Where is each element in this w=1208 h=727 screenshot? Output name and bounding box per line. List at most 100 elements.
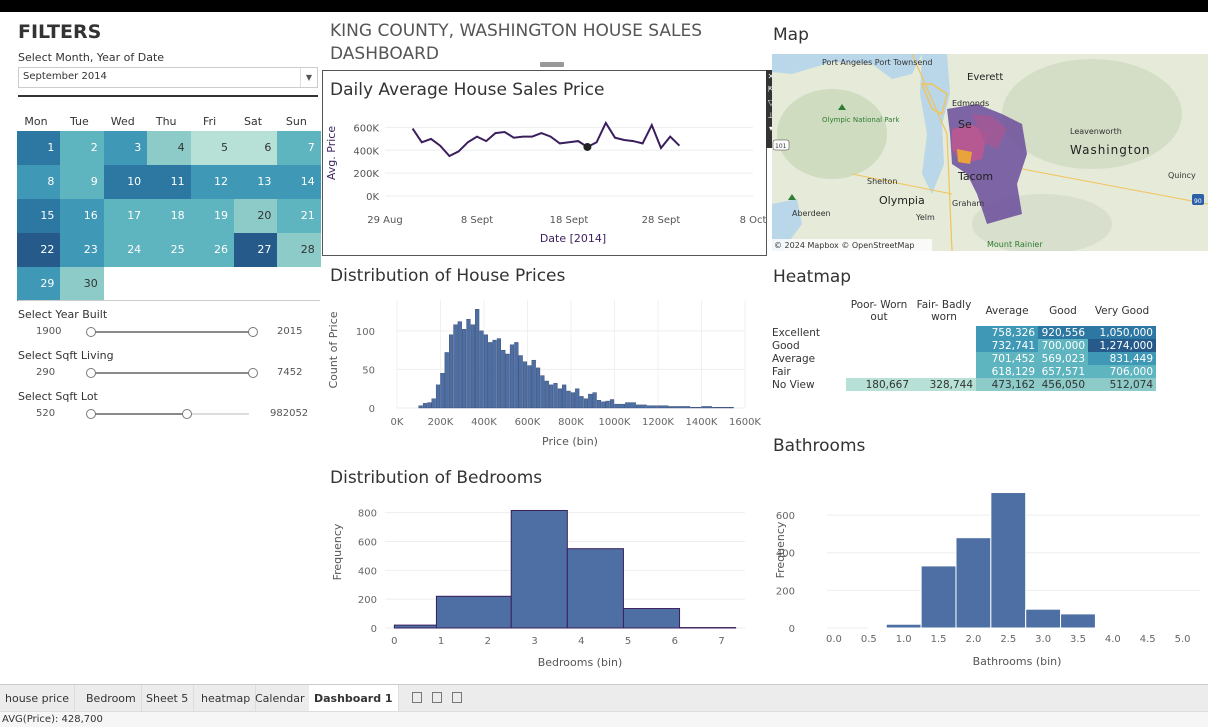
selected-point[interactable] [583,143,591,151]
price-bar[interactable] [593,393,597,408]
price-bar[interactable] [488,342,492,408]
sheet-tab[interactable]: heatmap [196,685,256,712]
price-bar[interactable] [691,407,701,408]
bathroom-bar[interactable] [1095,627,1130,628]
calendar-day-9[interactable]: 9 [60,165,103,199]
new-story-icon[interactable] [452,692,462,703]
price-bar[interactable] [436,385,440,408]
heatmap-cell[interactable] [846,339,912,352]
price-bar[interactable] [536,368,540,408]
price-bar[interactable] [501,350,505,408]
sheet-tab[interactable]: house price [0,685,75,712]
price-bar[interactable] [567,391,571,408]
price-bar[interactable] [532,360,536,408]
heatmap-cell[interactable]: 758,326 [976,326,1038,339]
price-bar[interactable] [423,403,427,408]
calendar-day-30[interactable]: 30 [60,267,103,301]
price-bar[interactable] [702,406,712,408]
calendar-day-11[interactable]: 11 [147,165,190,199]
calendar-day-25[interactable]: 25 [147,233,190,267]
heatmap-cell[interactable] [846,352,912,365]
heatmap-cell[interactable]: 1,274,000 [1088,339,1156,352]
calendar-day-21[interactable]: 21 [277,199,320,233]
bedroom-bar[interactable] [567,549,623,628]
price-bar[interactable] [506,354,510,408]
bedroom-bar[interactable] [511,510,567,628]
sheet-tab[interactable]: Dashboard 1 [309,685,399,712]
price-bar[interactable] [484,335,488,408]
calendar-day-16[interactable]: 16 [60,199,103,233]
price-bar[interactable] [441,373,445,408]
heatmap-cell[interactable] [912,326,976,339]
price-bar[interactable] [610,400,614,408]
bedroom-bar[interactable] [436,596,511,628]
price-bar[interactable] [514,342,518,408]
heatmap-cell[interactable]: 618,129 [976,365,1038,378]
price-bar[interactable] [615,404,625,408]
calendar-day-26[interactable]: 26 [191,233,234,267]
price-bar[interactable] [669,406,679,408]
price-bar[interactable] [712,407,722,408]
price-bar[interactable] [601,402,605,408]
heatmap-cell[interactable]: 657,571 [1038,365,1088,378]
price-bar[interactable] [471,325,475,408]
heatmap-cell[interactable] [846,365,912,378]
price-bar[interactable] [575,389,579,408]
price-bar[interactable] [458,322,462,408]
price-bar[interactable] [562,385,566,408]
calendar-day-19[interactable]: 19 [191,199,234,233]
calendar-day-27[interactable]: 27 [234,233,277,267]
price-bar[interactable] [545,381,549,408]
price-bar[interactable] [571,393,575,408]
calendar-day-17[interactable]: 17 [104,199,147,233]
price-bar[interactable] [475,309,479,408]
price-bar[interactable] [541,376,545,408]
bathroom-bar[interactable] [1130,627,1165,628]
chevron-down-icon[interactable]: ▼ [300,68,317,87]
calendar-day-13[interactable]: 13 [234,165,277,199]
bathroom-bar[interactable] [1026,609,1061,628]
price-bar[interactable] [647,406,657,408]
price-bar[interactable] [462,329,466,408]
bedroom-bar[interactable] [394,625,436,628]
heatmap-cell[interactable] [846,326,912,339]
heatmap-cell[interactable]: 456,050 [1038,378,1088,391]
heatmap-cell[interactable]: 180,667 [846,378,912,391]
heatmap-cell[interactable]: 831,449 [1088,352,1156,365]
price-bar[interactable] [554,383,558,408]
sheet-tab[interactable]: Bedroom [81,685,142,712]
calendar-day-29[interactable]: 29 [17,267,60,301]
price-bar[interactable] [454,325,458,408]
calendar-day-3[interactable]: 3 [104,131,147,165]
price-bar[interactable] [427,403,431,408]
price-bar[interactable] [658,406,668,408]
calendar-day-1[interactable]: 1 [17,131,60,165]
calendar-day-28[interactable]: 28 [277,233,320,267]
heatmap-cell[interactable]: 700,000 [1038,339,1088,352]
price-bar[interactable] [497,339,501,408]
calendar-day-23[interactable]: 23 [60,233,103,267]
sheet-tab[interactable]: Sheet 5 [141,685,194,712]
sqft-lot-max-handle[interactable] [182,409,192,419]
price-bar[interactable] [625,403,635,408]
calendar-day-6[interactable]: 6 [234,131,277,165]
price-bar[interactable] [467,319,471,408]
drag-handle-icon[interactable] [540,62,564,67]
calendar-day-10[interactable]: 10 [104,165,147,199]
price-bar[interactable] [723,407,733,408]
heatmap-cell[interactable]: 706,000 [1088,365,1156,378]
bathroom-bar[interactable] [869,627,886,628]
price-bar[interactable] [580,396,584,408]
price-bar[interactable] [588,394,592,408]
price-bar[interactable] [419,406,423,408]
calendar-day-2[interactable]: 2 [60,131,103,165]
price-bar[interactable] [510,345,514,408]
new-dashboard-icon[interactable] [432,692,442,703]
heatmap-cell[interactable]: 512,074 [1088,378,1156,391]
sqft-living-max-handle[interactable] [248,368,258,378]
heatmap-cell[interactable]: 473,162 [976,378,1038,391]
calendar-day-20[interactable]: 20 [234,199,277,233]
calendar-day-8[interactable]: 8 [17,165,60,199]
price-bar[interactable] [519,356,523,408]
price-bar[interactable] [445,352,449,408]
